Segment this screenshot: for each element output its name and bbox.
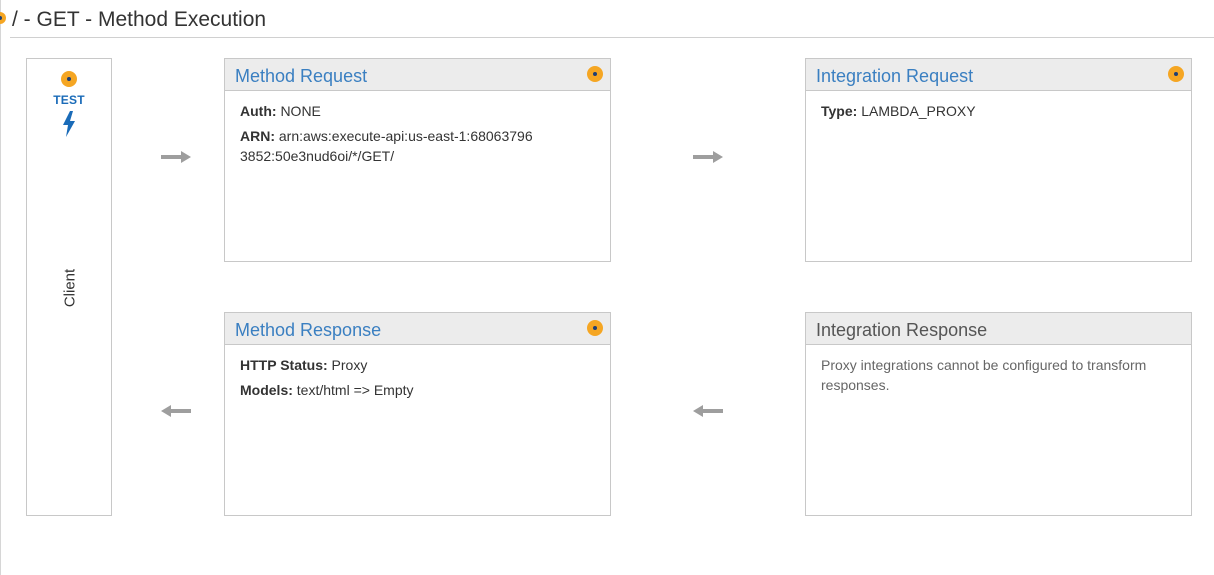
arrow-left-icon	[693, 405, 723, 417]
arrow-left-icon	[161, 405, 191, 417]
arn-value: arn:aws:execute-api:us-east-1:6806379638…	[240, 128, 533, 164]
models-key: Models:	[240, 382, 293, 398]
integration-request-body: Type: LAMBDA_PROXY	[806, 91, 1191, 136]
arrow-right-icon	[693, 151, 723, 163]
method-request-panel: Method Request Auth: NONE ARN: arn:aws:e…	[224, 58, 611, 262]
status-dot-icon	[1168, 66, 1184, 82]
models-value: text/html => Empty	[296, 382, 414, 398]
client-label: Client	[61, 268, 79, 308]
integration-response-panel: Integration Response Proxy integrations …	[805, 312, 1192, 516]
method-response-link[interactable]: Method Response	[235, 320, 381, 341]
method-request-header: Method Request	[225, 59, 610, 91]
status-dot-icon	[587, 320, 603, 336]
arn-key: ARN:	[240, 128, 275, 144]
integration-response-note: Proxy integrations cannot be configured …	[821, 357, 1147, 393]
status-dot-icon	[587, 66, 603, 82]
test-link[interactable]: TEST	[27, 93, 111, 107]
status-dot-icon	[0, 12, 6, 24]
integration-response-header: Integration Response	[806, 313, 1191, 345]
method-request-body: Auth: NONE ARN: arn:aws:execute-api:us-e…	[225, 91, 610, 181]
method-response-panel: Method Response HTTP Status: Proxy Model…	[224, 312, 611, 516]
auth-value: NONE	[280, 103, 321, 119]
arrow-right-icon	[161, 151, 191, 163]
type-value: LAMBDA_PROXY	[861, 103, 976, 119]
left-border	[0, 0, 1, 575]
integration-request-link[interactable]: Integration Request	[816, 66, 973, 87]
title-divider	[10, 37, 1214, 38]
http-status-value: Proxy	[331, 357, 368, 373]
page-title: / - GET - Method Execution	[12, 8, 267, 31]
integration-response-body: Proxy integrations cannot be configured …	[806, 345, 1191, 405]
integration-request-panel: Integration Request Type: LAMBDA_PROXY	[805, 58, 1192, 262]
lightning-bolt-icon[interactable]	[61, 111, 77, 137]
type-key: Type:	[821, 103, 858, 119]
method-request-link[interactable]: Method Request	[235, 66, 367, 87]
integration-response-title: Integration Response	[816, 320, 988, 340]
integration-request-header: Integration Request	[806, 59, 1191, 91]
auth-key: Auth:	[240, 103, 277, 119]
status-dot-icon	[61, 71, 77, 87]
client-panel: TEST Client	[26, 58, 112, 516]
method-response-body: HTTP Status: Proxy Models: text/html => …	[225, 345, 610, 415]
http-status-key: HTTP Status:	[240, 357, 328, 373]
method-response-header: Method Response	[225, 313, 610, 345]
